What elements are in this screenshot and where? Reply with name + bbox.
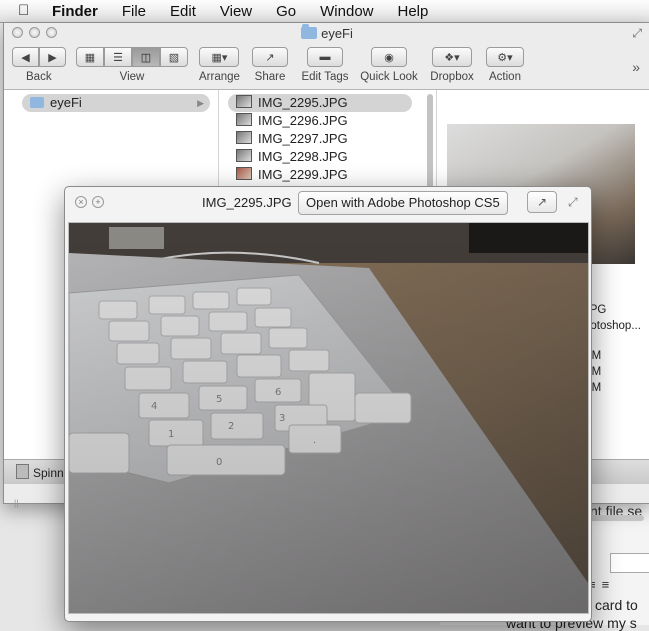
view-label: View — [119, 71, 145, 83]
menu-help[interactable]: Help — [398, 3, 429, 20]
gear-icon: ⚙▾ — [497, 51, 513, 64]
folder-name: eyeFi — [50, 95, 82, 110]
file-name: IMG_2296.JPG — [258, 113, 348, 128]
image-thumbnail-icon — [236, 113, 252, 126]
coverflow-icon: ▧ — [168, 51, 180, 64]
window-title-text: eyeFi — [321, 26, 353, 41]
edit-tags-label: Edit Tags — [301, 71, 349, 83]
folder-icon — [301, 24, 318, 39]
quick-look-group: ◉ Quick Look — [358, 47, 420, 83]
background-text: card to — [595, 597, 638, 613]
photo-preview: 0 1 2 3 4 5 6 . — [68, 222, 589, 614]
title-bar: eyeFi ⤢ — [4, 23, 649, 43]
file-name: IMG_2298.JPG — [258, 149, 348, 164]
background-dropdown[interactable] — [610, 553, 649, 573]
quick-look-toolbar: × + IMG_2295.JPG Open with Adobe Photosh… — [65, 187, 591, 221]
back-arrow-icon: ◀ — [21, 51, 30, 64]
disk-name: Spinn — [33, 466, 64, 480]
share-label: Share — [254, 71, 286, 83]
dropbox-icon: ❖▾ — [444, 51, 460, 64]
back-group: ◀ ▶ Back — [12, 47, 66, 83]
menu-window[interactable]: Window — [320, 3, 373, 20]
file-row[interactable]: IMG_2296.JPG — [228, 112, 412, 130]
quick-look-button[interactable]: ◉ — [371, 47, 407, 67]
menu-view[interactable]: View — [220, 3, 252, 20]
toolbar-overflow-icon[interactable]: » — [632, 59, 640, 75]
window-title: eyeFi — [4, 24, 649, 41]
menu-bar:  Finder File Edit View Go Window Help — [0, 0, 649, 23]
arrange-group: ▦▾ Arrange — [199, 47, 240, 83]
forward-arrow-icon: ▶ — [48, 51, 57, 64]
folder-icon — [30, 97, 44, 108]
coverflow-view-button[interactable]: ▧ — [160, 47, 188, 67]
arrange-button[interactable]: ▦▾ — [199, 47, 240, 67]
keyboard-photo: 0 1 2 3 4 5 6 . — [69, 223, 588, 613]
grid-icon: ▦ — [84, 51, 96, 64]
disk-icon — [16, 464, 29, 479]
forward-button[interactable]: ▶ — [39, 47, 66, 67]
image-thumbnail-icon — [236, 131, 252, 144]
image-thumbnail-icon — [236, 167, 252, 180]
menu-go[interactable]: Go — [276, 3, 296, 20]
preview-info-line: PM — [584, 350, 602, 362]
path-item-disk[interactable]: Spinn — [16, 464, 64, 480]
arrange-label: Arrange — [199, 71, 240, 83]
expand-icon[interactable]: + — [92, 196, 104, 208]
column-resize-handle[interactable]: || — [14, 498, 19, 508]
action-group: ⚙▾ Action — [485, 47, 525, 83]
image-thumbnail-icon — [236, 149, 252, 162]
share-button[interactable]: ↗ — [252, 47, 288, 67]
menu-finder[interactable]: Finder — [52, 3, 98, 20]
quick-look-panel: × + IMG_2295.JPG Open with Adobe Photosh… — [64, 186, 592, 622]
menu-file[interactable]: File — [122, 3, 146, 20]
preview-info-line: hotoshop... — [584, 320, 641, 332]
preview-info: JPG hotoshop... PM PM PM — [584, 302, 641, 396]
menu-edit[interactable]: Edit — [170, 3, 196, 20]
preview-info-line: PM — [584, 366, 602, 378]
file-name: IMG_2295.JPG — [258, 95, 348, 110]
list-icon: ☰ — [113, 51, 123, 64]
preview-info-line: PM — [584, 382, 602, 394]
file-row[interactable]: IMG_2295.JPG — [228, 94, 412, 112]
quick-look-title: IMG_2295.JPG — [202, 195, 292, 210]
edit-tags-button[interactable]: ▬ — [307, 47, 343, 67]
preview-info-line: JPG — [584, 304, 607, 316]
back-button[interactable]: ◀ — [12, 47, 39, 67]
file-row[interactable]: IMG_2298.JPG — [228, 148, 412, 166]
share-group: ↗ Share — [250, 47, 290, 83]
image-thumbnail-icon — [236, 95, 252, 108]
apple-icon[interactable]:  — [18, 0, 36, 22]
fullscreen-icon[interactable]: ⤢ — [632, 26, 642, 41]
open-with-button[interactable]: Open with Adobe Photoshop CS5 — [298, 191, 508, 215]
action-label: Action — [489, 71, 521, 83]
eye-icon: ◉ — [384, 51, 394, 64]
quick-look-label: Quick Look — [360, 71, 418, 83]
edit-tags-group: ▬ Edit Tags — [300, 47, 350, 83]
file-name: IMG_2297.JPG — [258, 131, 348, 146]
file-row[interactable]: IMG_2297.JPG — [228, 130, 412, 148]
folder-row-eyefi[interactable]: eyeFi ▶ — [22, 94, 210, 112]
disclosure-arrow-icon: ▶ — [197, 98, 204, 108]
dropbox-label: Dropbox — [430, 71, 474, 83]
file-name: IMG_2299.JPG — [258, 167, 348, 182]
view-group: ▦ ☰ ◫ ▧ View — [76, 47, 188, 83]
fullscreen-icon[interactable]: ⤢ — [568, 195, 578, 210]
dropbox-button[interactable]: ❖▾ — [432, 47, 472, 67]
icon-view-button[interactable]: ▦ — [76, 47, 104, 67]
file-row[interactable]: IMG_2299.JPG — [228, 166, 412, 184]
align-icons[interactable]: ≡≡ — [588, 577, 615, 592]
share-button[interactable]: ↗ — [527, 191, 557, 213]
columns-icon: ◫ — [140, 51, 152, 64]
tag-icon: ▬ — [319, 51, 331, 63]
column-view-button[interactable]: ◫ — [132, 47, 160, 67]
list-view-button[interactable]: ☰ — [104, 47, 132, 67]
share-icon: ↗ — [265, 51, 275, 64]
dropbox-group: ❖▾ Dropbox — [428, 47, 476, 83]
back-label: Back — [26, 71, 52, 83]
action-button[interactable]: ⚙▾ — [486, 47, 524, 67]
share-icon: ↗ — [536, 195, 548, 209]
toolbar: ◀ ▶ Back ▦ ☰ ◫ ▧ View ▦▾ Arrange ↗ Share… — [4, 43, 649, 87]
close-icon[interactable]: × — [75, 196, 87, 208]
arrange-grid-icon: ▦▾ — [211, 51, 228, 64]
